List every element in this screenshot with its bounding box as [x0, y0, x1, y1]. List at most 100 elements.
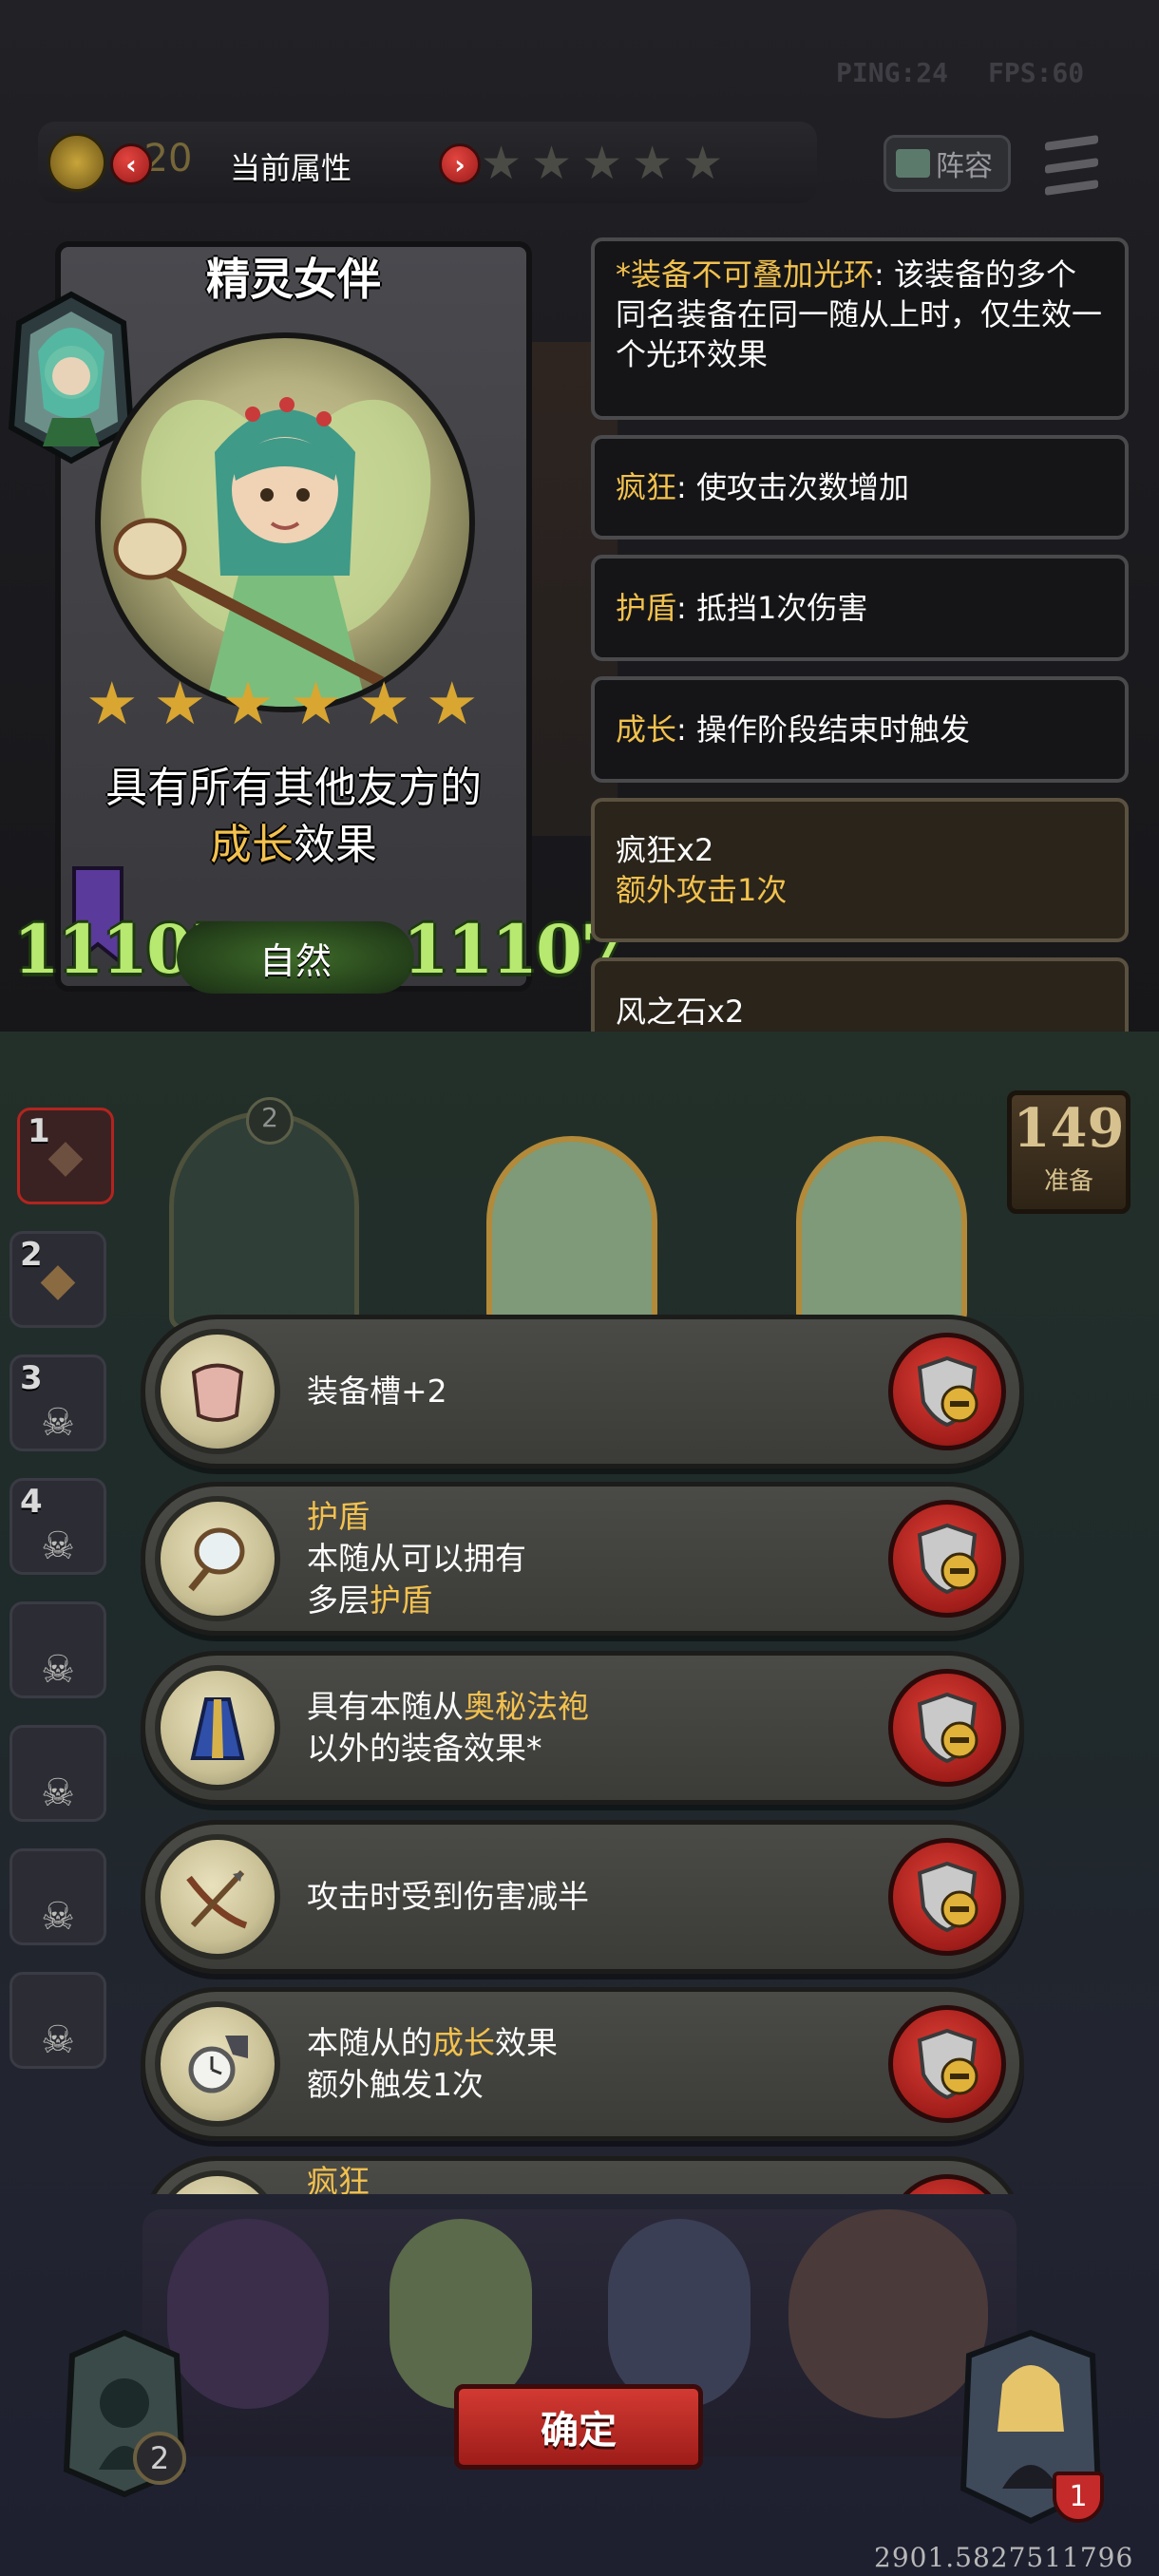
- pocket-watch-icon: [155, 2001, 280, 2127]
- hp-count: 1: [1069, 2480, 1088, 2513]
- hero-level-badge: 2: [133, 2432, 186, 2485]
- item-text-part: 效果: [495, 2024, 558, 2061]
- unit-level-badge: 2: [246, 1097, 294, 1145]
- equip-box-windstone: 风之石x2: [591, 957, 1129, 1032]
- partial-icon: [155, 2170, 280, 2194]
- unit-portrait: [95, 332, 475, 712]
- slot-7[interactable]: ☠: [10, 1848, 106, 1945]
- equip-name: 疯狂x2: [616, 832, 714, 868]
- info-text: : 抵挡1次伤害: [676, 590, 868, 626]
- prep-counter: 149 准备: [1007, 1090, 1130, 1214]
- item-text: 护盾 本随从可以拥有 多层护盾: [307, 1487, 526, 1631]
- unit-stars: ★ ★ ★ ★ ★ ★: [86, 674, 479, 733]
- item-line: 本随从可以拥有: [307, 1540, 526, 1577]
- slot-6[interactable]: ☠: [10, 1725, 106, 1822]
- slot-8[interactable]: ☠: [10, 1972, 106, 2069]
- slot-5[interactable]: ☠: [10, 1601, 106, 1698]
- hand-card[interactable]: [390, 2219, 532, 2409]
- desc-keyword: 成长: [210, 821, 294, 869]
- item-keyword: 疯狂: [307, 2163, 370, 2194]
- star-icon: ★: [221, 669, 275, 738]
- equipment-row-watch[interactable]: 本随从的成长效果 额外触发1次: [141, 1987, 1024, 2141]
- element-badge: 自然: [177, 921, 414, 994]
- item-keyword: 成长: [432, 2024, 495, 2061]
- lineup-label: 阵容: [936, 150, 993, 183]
- slot-number: 3: [20, 1359, 43, 1397]
- remove-equipment-button[interactable]: [888, 2005, 1006, 2123]
- item-line: 多层护盾: [307, 1580, 526, 1621]
- item-keyword: 奥秘法袍: [464, 1688, 589, 1725]
- board-unit-card[interactable]: 2: [169, 1097, 359, 1330]
- item-line: 具有本随从奥秘法袍: [307, 1686, 589, 1728]
- slot-2[interactable]: 2 ◆: [10, 1231, 106, 1328]
- coordinate-readout: 2901.5827511796: [874, 2542, 1134, 2573]
- battle-board: 1 ◆ 2 ◆ 3 ☠ 4 ☠ ☠ ☠ ☠ ☠ 2 149 准备 装备槽+2 护…: [0, 1032, 1159, 2576]
- skull-icon: ☠: [41, 2018, 75, 2062]
- slot-4[interactable]: 4 ☠: [10, 1478, 106, 1575]
- remove-equipment-button[interactable]: [888, 1669, 1006, 1787]
- prep-label: 准备: [1043, 1167, 1093, 1196]
- star-icon: ★: [682, 137, 724, 190]
- unit-detail-panel: PING:24 FPS:60 +20 ‹ 当前属性 › ★ ★ ★ ★ ★ 阵容…: [0, 0, 1159, 1032]
- equip-effect: 额外攻击1次: [616, 872, 788, 908]
- item-text: 攻击时受到伤害减半: [307, 1825, 589, 1969]
- remove-equipment-button[interactable]: [888, 1838, 1006, 1956]
- item-text: 疯狂: [307, 2156, 370, 2194]
- star-icon: ★: [632, 137, 674, 190]
- gold-coin-icon: [48, 133, 106, 192]
- equip-name: 风之石x2: [616, 994, 745, 1030]
- confirm-button[interactable]: 确定: [454, 2384, 703, 2470]
- crossbow-icon: [155, 1834, 280, 1960]
- info-keyword: *装备不可叠加光环: [616, 256, 875, 293]
- info-box-shield: 护盾: 抵挡1次伤害: [591, 555, 1129, 661]
- info-keyword: 成长: [616, 711, 677, 748]
- item-text-part: 本随从的: [307, 2024, 432, 2061]
- item-text-part: 多层: [307, 1582, 370, 1619]
- shield-minus-icon: [917, 1861, 978, 1933]
- book-icon: [896, 149, 930, 178]
- slot-3[interactable]: 3 ☠: [10, 1354, 106, 1451]
- item-line: 以外的装备效果*: [307, 1730, 542, 1767]
- equipment-row-crossbow[interactable]: 攻击时受到伤害减半: [141, 1820, 1024, 1974]
- star-icon: ★: [86, 669, 139, 738]
- shield-minus-icon: [917, 1523, 978, 1595]
- remove-equipment-button[interactable]: [888, 1500, 1006, 1618]
- equipment-row-mirror[interactable]: 护盾 本随从可以拥有 多层护盾: [141, 1482, 1024, 1636]
- element-label: 自然: [258, 939, 332, 982]
- star-icon: ★: [153, 669, 207, 738]
- hand-card[interactable]: [608, 2219, 750, 2409]
- item-text: 装备槽+2: [307, 1319, 447, 1464]
- equipment-row-partial[interactable]: 疯狂: [141, 2156, 1024, 2194]
- equipment-row-clip: 疯狂: [141, 2156, 1024, 2194]
- hero-portrait[interactable]: 2: [53, 2327, 196, 2498]
- equipment-row-armor[interactable]: 装备槽+2: [141, 1315, 1024, 1468]
- prev-unit-button[interactable]: ‹: [110, 143, 152, 185]
- lineup-button[interactable]: 阵容: [884, 135, 1011, 192]
- skull-icon: ☠: [41, 1895, 75, 1939]
- tree-card[interactable]: [796, 1136, 967, 1326]
- slot-1[interactable]: 1 ◆: [17, 1108, 114, 1204]
- unit-description: 具有所有其他友方的 成长效果: [55, 760, 532, 874]
- remove-equipment-button[interactable]: [888, 1333, 1006, 1450]
- star-icon: ★: [581, 137, 623, 190]
- next-unit-button[interactable]: ›: [439, 143, 481, 185]
- equip-box-frenzy: 疯狂x2 额外攻击1次: [591, 798, 1129, 942]
- shield-minus-icon: [917, 2028, 978, 2100]
- monster-icon: ◆: [40, 1253, 76, 1306]
- opponent-portrait[interactable]: 1: [950, 2327, 1112, 2527]
- info-text: : 操作阶段结束时触发: [676, 711, 970, 748]
- tree-card[interactable]: [486, 1136, 657, 1326]
- desc-line-1: 具有所有其他友方的: [105, 764, 482, 812]
- info-keyword: 护盾: [616, 590, 677, 626]
- info-box-growth: 成长: 操作阶段结束时触发: [591, 676, 1129, 783]
- info-box-aura: *装备不可叠加光环: 该装备的多个同名装备在同一随从上时，仅生效一个光环效果: [591, 237, 1129, 420]
- equipment-row-robe[interactable]: 具有本随从奥秘法袍 以外的装备效果*: [141, 1651, 1024, 1805]
- info-text: : 使攻击次数增加: [676, 469, 909, 505]
- remove-equipment-button[interactable]: [888, 2174, 1006, 2194]
- info-box-frenzy: 疯狂: 使攻击次数增加: [591, 435, 1129, 540]
- menu-icon[interactable]: [1045, 135, 1098, 196]
- robe-icon: [155, 1665, 280, 1790]
- star-icon: ★: [425, 669, 479, 738]
- slot-number: 2: [20, 1236, 43, 1274]
- armor-icon: [155, 1329, 280, 1454]
